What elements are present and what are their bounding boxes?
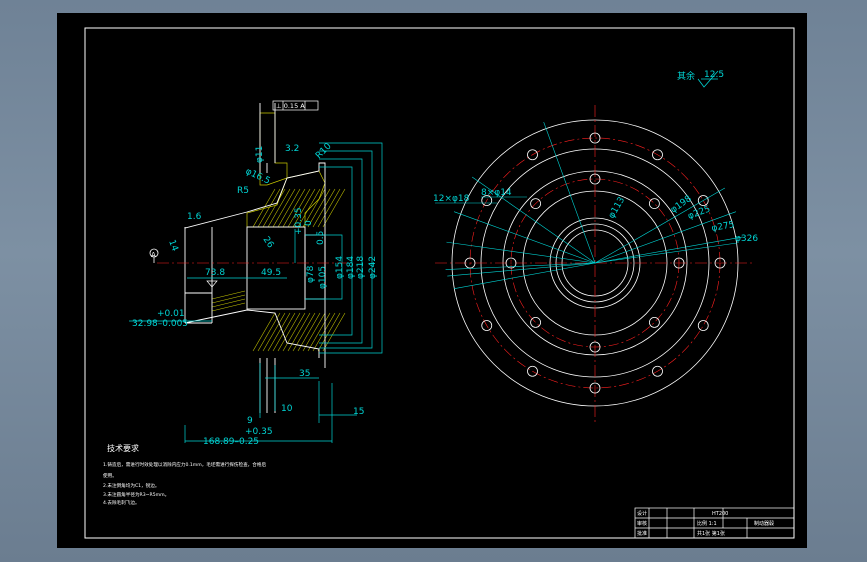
- dim-r5: R5: [237, 186, 249, 196]
- dim-phi113: φ113: [607, 195, 627, 220]
- dim-15: 15: [353, 407, 364, 417]
- dim-tol-up-3: +0.35: [245, 427, 273, 437]
- dim-tol-up-1: +0.35: [294, 207, 304, 235]
- front-dim-labels: 12×φ18 8×φ14 φ113 φ198 φ225 φ275 φ326: [433, 188, 758, 244]
- front-view: 12×φ18 8×φ14 φ113 φ198 φ225 φ275 φ326: [433, 105, 758, 423]
- dim-73-8: 73.8: [205, 268, 225, 278]
- dim-168-89: 168.89–0.25: [203, 437, 259, 447]
- dim-32-98: 32.98–0.005: [132, 319, 188, 329]
- title-block-text: HT200 比例 1:1 制动器毂 设计 审核 批准 共1张 第1张: [637, 510, 774, 537]
- dim-1-6: 1.6: [187, 212, 202, 222]
- roughness-note: 其余 12.5: [677, 70, 724, 88]
- thread-label: 8×φ14: [481, 188, 512, 198]
- hatch-line: [252, 188, 276, 228]
- hatch-line: [307, 312, 331, 352]
- section-hatch-upper: [246, 112, 326, 228]
- dim-phi105: φ105: [318, 266, 328, 289]
- tech-req-item-3: 2.未注倒角均为C1，锐边。: [103, 482, 159, 489]
- hatch-line: [211, 298, 246, 308]
- hatch-line: [272, 188, 296, 228]
- tolerance-frame: ⊥ 0.15 A: [272, 100, 319, 111]
- dimension-ray: [453, 262, 596, 289]
- hatch-line: [211, 294, 246, 304]
- title-cell-1: 设计: [637, 510, 647, 517]
- hatch-line: [272, 312, 296, 352]
- cad-viewport[interactable]: 其余 12.5 A ⊥ 0.15 A φ11 3.2 R10 φ16.5 R5 …: [57, 13, 807, 548]
- dim-phi242: φ242: [368, 256, 378, 279]
- front-circles: [435, 105, 755, 423]
- bottom-dims: [129, 277, 357, 443]
- inner-bolt-hole: [648, 198, 660, 210]
- hatch-line: [252, 312, 276, 352]
- dim-10: 10: [281, 404, 293, 414]
- section-dim-labels: φ11 3.2 R10 φ16.5 R5 1.6 14 26 +0.35 0 φ…: [132, 141, 378, 447]
- dim-phi326: φ326: [735, 234, 758, 244]
- dim-3-2: 3.2: [285, 144, 299, 154]
- hatch-line: [292, 312, 316, 352]
- dim-phi11: φ11: [255, 146, 265, 163]
- dim-35: 35: [299, 369, 310, 379]
- diameter-dim-lines: [294, 142, 383, 354]
- title-part-name: 制动器毂: [754, 520, 774, 527]
- title-cell-2: 审核: [637, 520, 647, 527]
- title-drawing-no: HT200: [712, 511, 728, 517]
- outer-bolt-hole: [697, 320, 709, 331]
- tech-req-item-5: 4.去除毛刺飞边。: [103, 499, 140, 506]
- title-sheet: 共1张 第1张: [697, 530, 725, 537]
- dim-0-5: 0.5: [316, 231, 326, 245]
- tolerance-text: ⊥ 0.15 A: [276, 102, 305, 110]
- dimension-ray: [446, 241, 596, 264]
- datum-a: A: [149, 248, 159, 263]
- dim-phi275: φ275: [711, 220, 736, 234]
- dim-tol-up-2: +0.01: [157, 309, 185, 319]
- dim-phi78: φ78: [306, 265, 316, 283]
- dim-26: 26: [261, 235, 276, 250]
- hatch-line: [262, 312, 286, 352]
- holes-label: 12×φ18: [433, 194, 470, 204]
- drawing-border: [84, 27, 795, 539]
- tech-req-item-1: 1.铸造后，需进行时效处理以消除内应力0.1mm，毛坯需进行探伤检查，合格后: [103, 461, 266, 468]
- dim-tol-lo-1: 0: [304, 220, 314, 226]
- hatch-line: [211, 290, 246, 300]
- title-scale: 比例 1:1: [697, 520, 717, 527]
- hatch-line: [317, 188, 341, 228]
- dim-49-5: 49.5: [261, 268, 281, 278]
- inner-bolt-hole: [648, 316, 660, 328]
- section-view: A ⊥ 0.15 A φ11 3.2 R10 φ16.5 R5 1.6 14 2…: [129, 100, 383, 447]
- dim-phi218: φ218: [356, 256, 366, 279]
- dimension-ray: [445, 262, 596, 270]
- tech-requirements: 技术要求 1.铸造后，需进行时效处理以消除内应力0.1mm，毛坯需进行探伤检查，…: [103, 443, 266, 506]
- hatch-line: [312, 188, 336, 228]
- tech-req-item-2: 使用。: [103, 472, 117, 479]
- tech-req-item-4: 3.未注圆角半径为R3~R5mm。: [103, 491, 169, 498]
- hatch-line: [277, 312, 301, 352]
- title-cell-3: 批准: [637, 530, 647, 537]
- tech-req-title: 技术要求: [107, 443, 139, 453]
- dimension-ray: [447, 262, 596, 277]
- hatch-line: [322, 188, 346, 228]
- dim-phi154: φ154: [335, 256, 345, 279]
- hatch-line: [211, 302, 246, 312]
- dim-14: 14: [166, 239, 179, 253]
- roughness-label: 其余: [677, 70, 695, 82]
- datum-a-label: A: [151, 251, 156, 259]
- hatch-line: [312, 312, 336, 352]
- engineering-drawing: 其余 12.5 A ⊥ 0.15 A φ11 3.2 R10 φ16.5 R5 …: [84, 27, 795, 539]
- dim-r10: R10: [314, 141, 334, 161]
- hatch-line: [317, 312, 341, 352]
- inner-bolt-hole: [530, 316, 542, 328]
- dim-phi184: φ184: [346, 256, 356, 279]
- dim-phi225: φ225: [687, 205, 712, 222]
- dim-9: 9: [247, 416, 253, 426]
- hatch-line: [302, 312, 326, 352]
- hatch-line: [267, 312, 291, 352]
- hatch-line: [257, 312, 281, 352]
- hatch-line: [267, 188, 291, 228]
- hatch-line: [322, 312, 346, 352]
